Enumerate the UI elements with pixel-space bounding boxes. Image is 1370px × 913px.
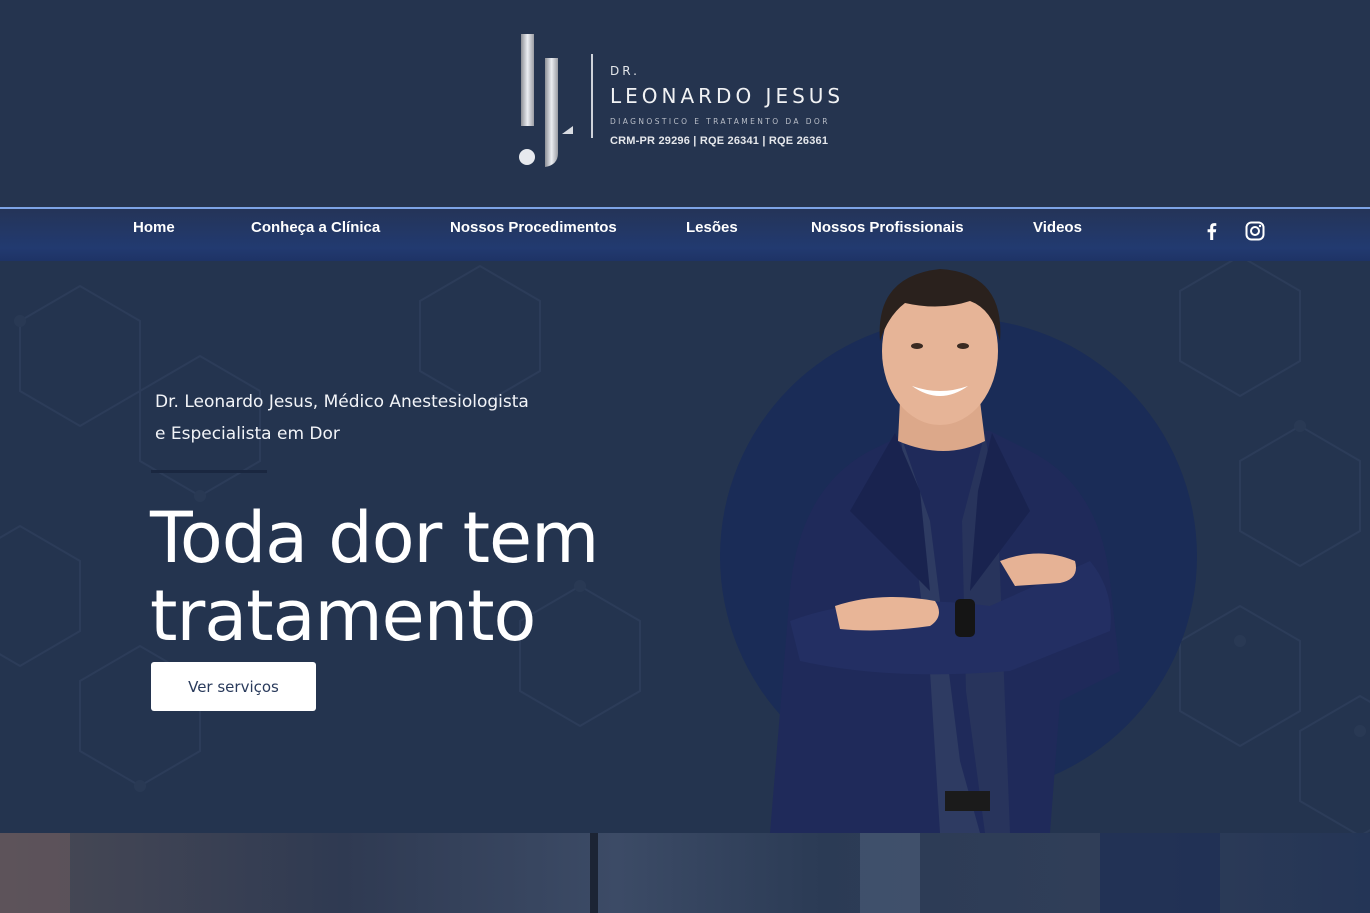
main-nav: Home Conheça a Clínica Nossos Procedimen… bbox=[0, 207, 1370, 261]
nav-item-clinica[interactable]: Conheça a Clínica bbox=[251, 219, 380, 236]
nav-item-home[interactable]: Home bbox=[133, 219, 175, 236]
logo-divider bbox=[591, 54, 593, 138]
doctor-portrait-image bbox=[770, 269, 1120, 833]
nav-item-videos[interactable]: Videos bbox=[1033, 219, 1082, 236]
hero-headline-line1: Toda dor tem bbox=[150, 497, 599, 579]
hero-subtitle-line2: e Especialista em Dor bbox=[155, 424, 340, 444]
site-header: DR. LEONARDO JESUS DIAGNOSTICO E TRATAME… bbox=[0, 0, 1370, 208]
hero-headline-line2: tratamento bbox=[150, 575, 536, 657]
nav-item-profissionais[interactable]: Nossos Profissionais bbox=[811, 219, 964, 236]
instagram-icon[interactable] bbox=[1244, 220, 1266, 242]
logo-dr: DR. bbox=[610, 64, 640, 78]
hero-headline: Toda dor tem tratamento bbox=[150, 499, 670, 655]
hero-section: Dr. Leonardo Jesus, Médico Anestesiologi… bbox=[0, 261, 1370, 833]
logo-name: LEONARDO JESUS bbox=[610, 84, 845, 108]
ver-servicos-button[interactable]: Ver serviços bbox=[151, 662, 316, 711]
hero-divider bbox=[151, 470, 267, 473]
logo-tagline: DIAGNOSTICO E TRATAMENTO DA DOR bbox=[610, 117, 830, 126]
hero-subtitle-line1: Dr. Leonardo Jesus, Médico Anestesiologi… bbox=[155, 392, 529, 412]
next-section-preview bbox=[0, 833, 1370, 913]
hero-subtitle: Dr. Leonardo Jesus, Médico Anestesiologi… bbox=[155, 386, 575, 450]
logo-monogram-icon bbox=[519, 34, 573, 167]
nav-item-lesoes[interactable]: Lesões bbox=[686, 219, 738, 236]
nav-item-procedimentos[interactable]: Nossos Procedimentos bbox=[450, 219, 617, 236]
logo-credentials: CRM-PR 29296 | RQE 26341 | RQE 26361 bbox=[610, 135, 829, 147]
facebook-icon[interactable] bbox=[1201, 220, 1223, 242]
logo[interactable]: DR. LEONARDO JESUS DIAGNOSTICO E TRATAME… bbox=[515, 30, 860, 170]
